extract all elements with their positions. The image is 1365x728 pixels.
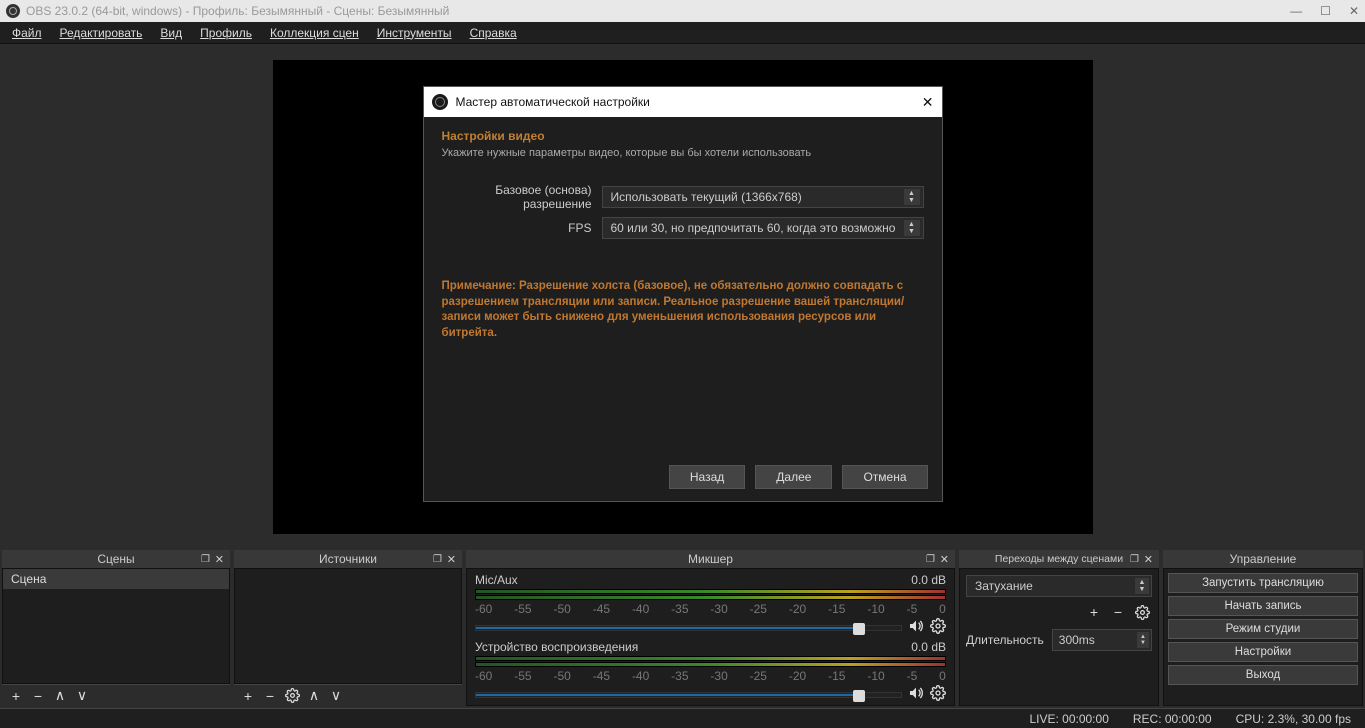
source-properties-button[interactable]	[282, 687, 302, 705]
menu-tools[interactable]: Инструменты	[369, 24, 460, 42]
move-scene-down-button[interactable]: ∨	[72, 687, 92, 705]
spinner-icon: ▲▼	[904, 189, 920, 205]
dialog-section-title: Настройки видео	[442, 129, 924, 143]
fps-select[interactable]: 60 или 30, но предпочитать 60, когда это…	[602, 217, 924, 239]
menubar: Файл Редактировать Вид Профиль Коллекция…	[0, 22, 1365, 44]
status-live: LIVE: 00:00:00	[1029, 712, 1108, 726]
close-window-button[interactable]: ✕	[1349, 4, 1359, 18]
dock-detach-icon[interactable]: ❐	[201, 554, 210, 565]
cancel-button[interactable]: Отмена	[842, 465, 927, 489]
start-stream-button[interactable]: Запустить трансляцию	[1168, 573, 1358, 593]
status-cpu: CPU: 2.3%, 30.00 fps	[1236, 712, 1351, 726]
menu-help[interactable]: Справка	[462, 24, 525, 42]
move-source-up-button[interactable]: ∧	[304, 687, 324, 705]
scenes-toolbar: + − ∧ ∨	[2, 684, 230, 706]
add-source-button[interactable]: +	[238, 687, 258, 705]
remove-source-button[interactable]: −	[260, 687, 280, 705]
menu-edit[interactable]: Редактировать	[52, 24, 151, 42]
dock-header-controls[interactable]: Управление	[1163, 550, 1363, 568]
audio-meter	[475, 656, 946, 661]
gear-icon[interactable]	[930, 618, 946, 634]
mixer-channel-name: Mic/Aux	[475, 573, 518, 587]
transition-duration-input[interactable]: 300ms ▲▼	[1052, 629, 1152, 651]
add-scene-button[interactable]: +	[6, 687, 26, 705]
mixer-channel-name: Устройство воспроизведения	[475, 640, 638, 654]
sources-toolbar: + − ∧ ∨	[234, 684, 462, 706]
transitions-dock: Переходы между сценами ❐ ✕ Затухание ▲▼ …	[959, 550, 1159, 706]
menu-view[interactable]: Вид	[152, 24, 190, 42]
move-scene-up-button[interactable]: ∧	[50, 687, 70, 705]
dock-detach-icon[interactable]: ❐	[433, 554, 442, 565]
obs-logo-icon	[6, 4, 20, 18]
scene-list-item[interactable]: Сцена	[3, 569, 229, 589]
menu-scene-collection[interactable]: Коллекция сцен	[262, 24, 367, 42]
dock-header-mixer[interactable]: Микшер ❐ ✕	[466, 550, 955, 568]
audio-meter	[475, 595, 946, 600]
volume-slider[interactable]	[475, 625, 902, 631]
window-titlebar: OBS 23.0.2 (64-bit, windows) - Профиль: …	[0, 0, 1365, 22]
preview-area: Мастер автоматической настройки ✕ Настро…	[0, 44, 1365, 550]
sources-dock: Источники ❐ ✕ + − ∧ ∨	[234, 550, 462, 706]
back-button[interactable]: Назад	[669, 465, 745, 489]
statusbar: LIVE: 00:00:00 REC: 00:00:00 CPU: 2.3%, …	[0, 708, 1365, 728]
base-resolution-value: Использовать текущий (1366x768)	[611, 190, 802, 204]
scenes-dock: Сцены ❐ ✕ Сцена + − ∧ ∨	[2, 550, 230, 706]
base-resolution-select[interactable]: Использовать текущий (1366x768) ▲▼	[602, 186, 924, 208]
dialog-note: Примечание: Разрешение холста (базовое),…	[442, 279, 924, 341]
dock-close-icon[interactable]: ✕	[447, 553, 456, 566]
start-record-button[interactable]: Начать запись	[1168, 596, 1358, 616]
dock-close-icon[interactable]: ✕	[215, 553, 224, 566]
menu-file[interactable]: Файл	[4, 24, 50, 42]
auto-config-wizard-dialog: Мастер автоматической настройки ✕ Настро…	[423, 86, 943, 502]
exit-button[interactable]: Выход	[1168, 665, 1358, 685]
fps-label: FPS	[442, 221, 592, 235]
base-resolution-label: Базовое (основа) разрешение	[442, 183, 592, 211]
dock-close-icon[interactable]: ✕	[940, 553, 949, 566]
spinner-icon: ▲▼	[1135, 578, 1149, 594]
dialog-title: Мастер автоматической настройки	[456, 95, 650, 109]
mixer-channel: Mic/Aux 0.0 dB -60-55-50-45-40-35-30-25-…	[467, 569, 954, 636]
spinner-icon: ▲▼	[1137, 632, 1149, 648]
fps-value: 60 или 30, но предпочитать 60, когда это…	[611, 221, 896, 235]
minimize-button[interactable]: —	[1290, 4, 1302, 18]
settings-button[interactable]: Настройки	[1168, 642, 1358, 662]
menu-profile[interactable]: Профиль	[192, 24, 260, 42]
next-button[interactable]: Далее	[755, 465, 832, 489]
controls-dock: Управление Запустить трансляцию Начать за…	[1163, 550, 1363, 706]
dock-header-scenes[interactable]: Сцены ❐ ✕	[2, 550, 230, 568]
status-rec: REC: 00:00:00	[1133, 712, 1212, 726]
studio-mode-button[interactable]: Режим студии	[1168, 619, 1358, 639]
remove-scene-button[interactable]: −	[28, 687, 48, 705]
gear-icon[interactable]	[930, 685, 946, 701]
close-icon[interactable]: ✕	[922, 94, 934, 111]
speaker-icon[interactable]	[908, 685, 924, 701]
remove-transition-button[interactable]: −	[1108, 603, 1128, 621]
transition-properties-button[interactable]	[1132, 603, 1152, 621]
window-title: OBS 23.0.2 (64-bit, windows) - Профиль: …	[26, 4, 449, 18]
audio-meter	[475, 589, 946, 594]
add-transition-button[interactable]: +	[1084, 603, 1104, 621]
mixer-dock: Микшер ❐ ✕ Mic/Aux 0.0 dB -60-55-50-45-4…	[466, 550, 955, 706]
spinner-icon: ▲▼	[904, 220, 920, 236]
mixer-channel-level: 0.0 dB	[911, 573, 946, 587]
maximize-button[interactable]: ☐	[1320, 4, 1331, 18]
dock-detach-icon[interactable]: ❐	[1130, 554, 1139, 565]
move-source-down-button[interactable]: ∨	[326, 687, 346, 705]
dialog-header: Мастер автоматической настройки ✕	[424, 87, 942, 117]
obs-logo-icon	[432, 94, 448, 110]
dock-header-sources[interactable]: Источники ❐ ✕	[234, 550, 462, 568]
dock-close-icon[interactable]: ✕	[1144, 553, 1153, 566]
dialog-section-subtitle: Укажите нужные параметры видео, которые …	[442, 147, 924, 159]
audio-meter	[475, 662, 946, 667]
mixer-channel: Устройство воспроизведения 0.0 dB -60-55…	[467, 636, 954, 703]
volume-slider[interactable]	[475, 692, 902, 698]
dock-header-transitions[interactable]: Переходы между сценами ❐ ✕	[959, 550, 1159, 568]
mixer-channel-level: 0.0 dB	[911, 640, 946, 654]
speaker-icon[interactable]	[908, 618, 924, 634]
dock-detach-icon[interactable]: ❐	[926, 554, 935, 565]
transition-duration-label: Длительность	[966, 633, 1044, 647]
transition-select[interactable]: Затухание ▲▼	[966, 575, 1152, 597]
